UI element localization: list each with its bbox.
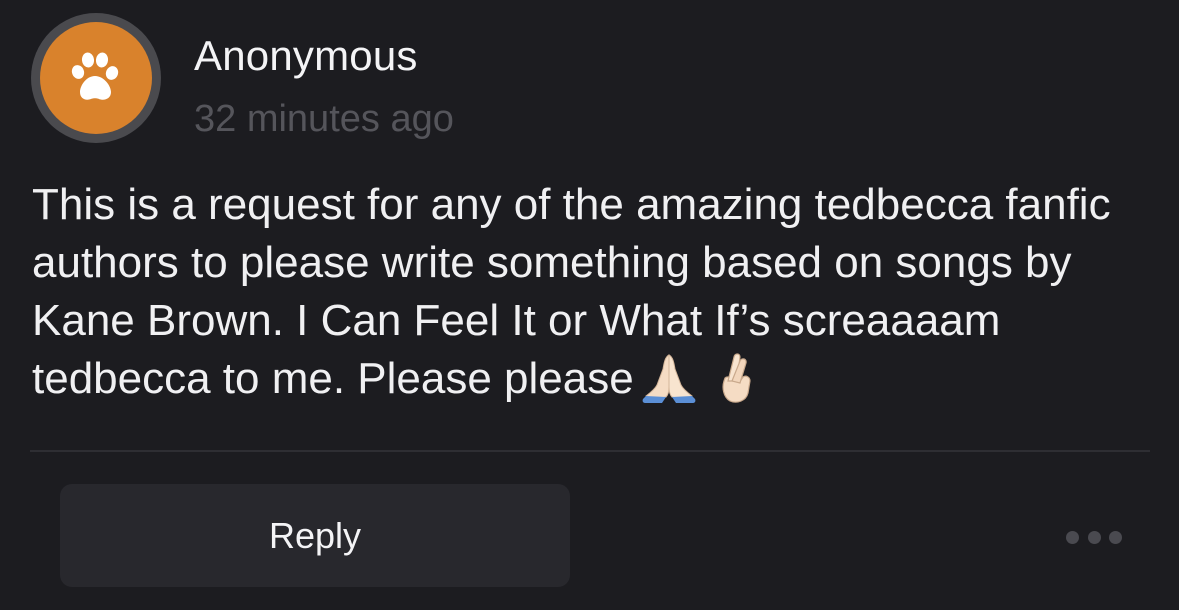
folded-hands-icon: [640, 351, 698, 403]
crossed-fingers-icon: [704, 351, 762, 403]
post-text: This is a request for any of the amazing…: [32, 180, 1111, 403]
divider: [30, 450, 1150, 452]
paw-icon: [71, 52, 119, 100]
reply-button[interactable]: Reply: [60, 484, 570, 587]
more-dot: [1066, 530, 1079, 544]
post-card: Anonymous 32 minutes ago This is a reque…: [0, 0, 1179, 610]
post-body: This is a request for any of the amazing…: [32, 176, 1152, 408]
avatar-circle: [40, 22, 152, 134]
post-timestamp: 32 minutes ago: [194, 98, 454, 140]
author-name: Anonymous: [194, 32, 418, 79]
more-dot: [1109, 530, 1122, 544]
avatar[interactable]: [31, 13, 161, 143]
more-dot: [1087, 530, 1101, 544]
more-dots-icon[interactable]: [1066, 524, 1122, 550]
